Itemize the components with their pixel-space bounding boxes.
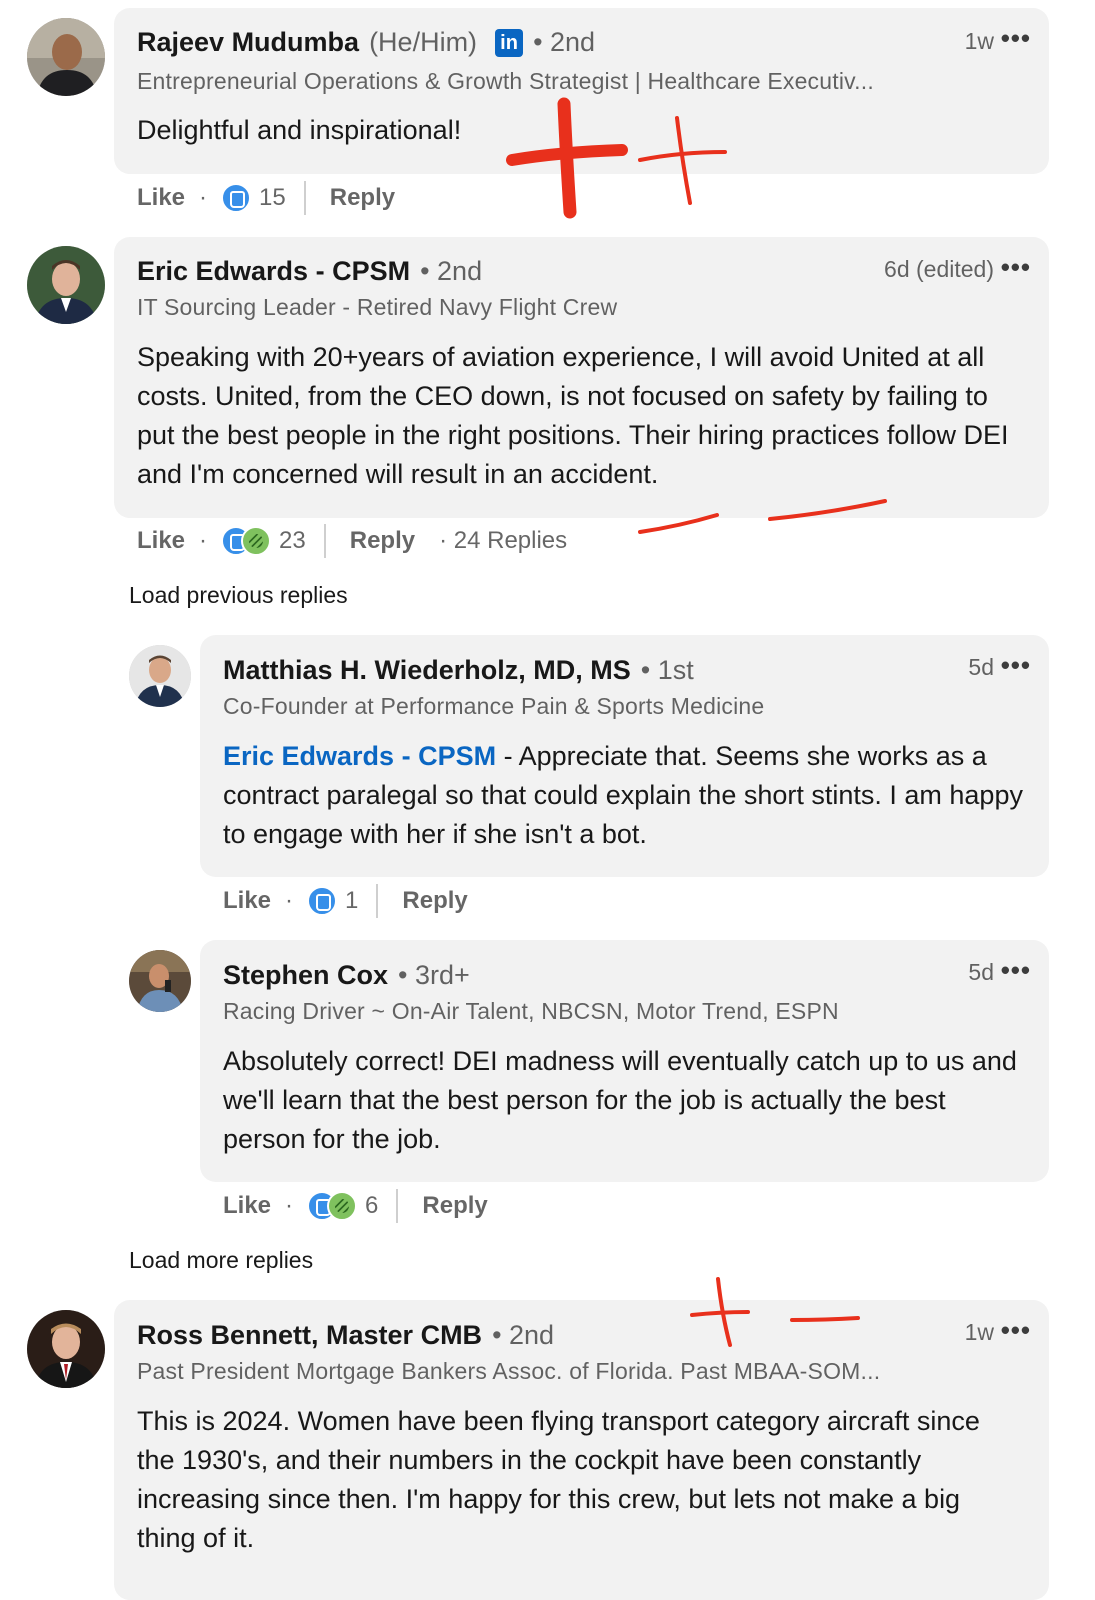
- comment-text: Speaking with 20+years of aviation exper…: [137, 342, 1009, 489]
- support-reaction-icon[interactable]: [327, 1191, 358, 1221]
- like-button[interactable]: Like: [223, 887, 271, 915]
- load-previous-replies-link[interactable]: Load previous replies: [129, 582, 348, 609]
- reply-bubble: Stephen Cox • 3rd+ Racing Driver ~ On-Ai…: [200, 940, 1049, 1182]
- reply-actions: Like · 6 Reply: [223, 1186, 488, 1226]
- like-button[interactable]: Like: [137, 527, 185, 555]
- comment-bubble: Eric Edwards - CPSM • 2nd IT Sourcing Le…: [114, 237, 1049, 518]
- comment-text: Delightful and inspirational!: [137, 115, 462, 145]
- author-name[interactable]: Ross Bennett, Master CMB: [137, 1320, 482, 1351]
- divider: [323, 524, 326, 558]
- comment-actions: Like · 15 Reply: [137, 178, 395, 218]
- separator-dot: ·: [285, 887, 294, 914]
- author-headline: IT Sourcing Leader - Retired Navy Flight…: [137, 294, 618, 320]
- reaction-count[interactable]: 23: [279, 527, 306, 555]
- author-name[interactable]: Rajeev Mudumba: [137, 27, 359, 58]
- avatar-matthias[interactable]: [129, 645, 191, 707]
- like-button[interactable]: Like: [223, 1192, 271, 1220]
- reply-text: Absolutely correct! DEI madness will eve…: [223, 1046, 1017, 1154]
- author-headline: Co-Founder at Performance Pain & Sports …: [223, 693, 765, 719]
- author-name[interactable]: Stephen Cox: [223, 960, 388, 991]
- author-name[interactable]: Eric Edwards - CPSM: [137, 256, 410, 287]
- avatar-eric[interactable]: [27, 246, 105, 324]
- linkedin-premium-icon: in: [495, 28, 524, 57]
- comment-actions: Like · 23 Reply · 24 Replies: [137, 521, 567, 561]
- reply-actions: Like · 1 Reply: [223, 881, 468, 921]
- timestamp: 5d: [968, 654, 994, 680]
- comment-bubble: Ross Bennett, Master CMB • 2nd Past Pres…: [114, 1300, 1049, 1600]
- avatar-ross[interactable]: [27, 1310, 105, 1388]
- author-headline: Racing Driver ~ On-Air Talent, NBCSN, Mo…: [223, 998, 839, 1024]
- connection-degree: • 1st: [640, 655, 694, 685]
- timestamp: 6d (edited): [884, 256, 994, 282]
- reply-bubble: Matthias H. Wiederholz, MD, MS • 1st Co-…: [200, 635, 1049, 877]
- more-options-icon[interactable]: •••: [1001, 23, 1031, 54]
- divider: [396, 1189, 399, 1223]
- reply-button[interactable]: Reply: [422, 1192, 487, 1220]
- like-button[interactable]: Like: [137, 184, 185, 212]
- like-reaction-icon[interactable]: [221, 183, 252, 213]
- reaction-count[interactable]: 15: [259, 184, 286, 212]
- more-options-icon[interactable]: •••: [1001, 650, 1031, 681]
- avatar-stephen[interactable]: [129, 950, 191, 1012]
- divider: [303, 181, 306, 215]
- reply-text: Eric Edwards - CPSM - Appreciate that. S…: [223, 737, 1033, 854]
- reply-button[interactable]: Reply: [402, 887, 467, 915]
- timestamp: 1w: [964, 28, 994, 54]
- separator-dot: ·: [199, 527, 208, 554]
- separator-dot: ·: [285, 1192, 294, 1219]
- comment-bubble: Rajeev Mudumba (He/Him) in • 2nd Entrepr…: [114, 8, 1049, 174]
- more-options-icon[interactable]: •••: [1001, 252, 1031, 283]
- connection-degree: • 3rd+: [398, 960, 470, 990]
- author-headline: Entrepreneurial Operations & Growth Stra…: [137, 68, 874, 94]
- timestamp: 1w: [964, 1319, 994, 1345]
- comment-text: This is 2024. Women have been flying tra…: [137, 1406, 980, 1553]
- avatar-rajeev[interactable]: [27, 18, 105, 96]
- connection-degree: • 2nd: [492, 1320, 555, 1350]
- like-reaction-icon[interactable]: [307, 886, 338, 916]
- author-name[interactable]: Matthias H. Wiederholz, MD, MS: [223, 655, 631, 686]
- author-pronouns: (He/Him): [369, 27, 478, 57]
- more-options-icon[interactable]: •••: [1001, 1315, 1031, 1346]
- reply-button[interactable]: Reply: [330, 184, 395, 212]
- divider: [376, 884, 379, 918]
- reply-button[interactable]: Reply: [350, 527, 415, 555]
- connection-degree: • 2nd: [420, 256, 483, 286]
- author-headline: Past President Mortgage Bankers Assoc. o…: [137, 1358, 881, 1384]
- support-reaction-icon[interactable]: [241, 526, 272, 556]
- mention-link[interactable]: Eric Edwards - CPSM: [223, 741, 496, 771]
- reaction-count[interactable]: 6: [365, 1192, 378, 1220]
- separator-dot: ·: [199, 184, 208, 211]
- reaction-count[interactable]: 1: [345, 887, 358, 915]
- connection-degree: • 2nd: [533, 27, 596, 57]
- more-options-icon[interactable]: •••: [1001, 955, 1031, 986]
- replies-count-link[interactable]: · 24 Replies: [439, 527, 567, 555]
- timestamp: 5d: [968, 959, 994, 985]
- load-more-replies-link[interactable]: Load more replies: [129, 1247, 313, 1274]
